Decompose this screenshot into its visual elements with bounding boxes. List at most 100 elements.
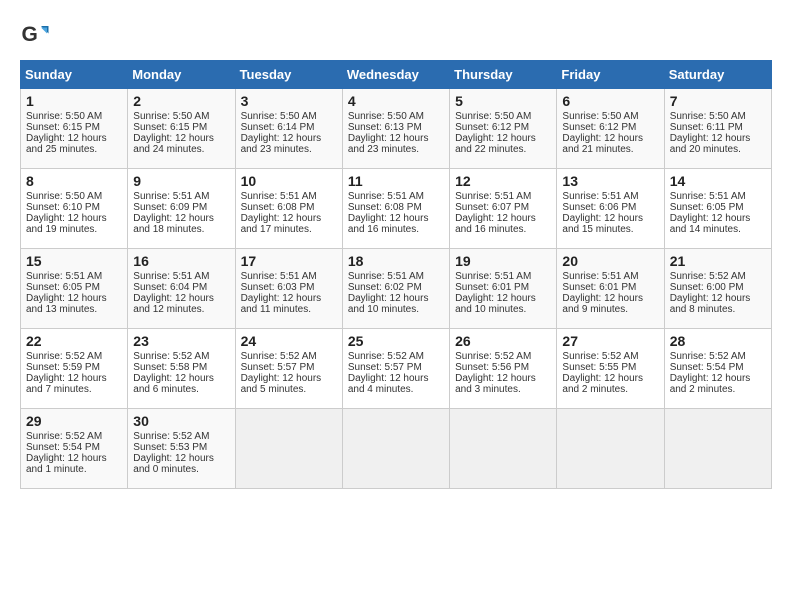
col-thursday: Thursday — [450, 61, 557, 89]
sunset-text: Sunset: 5:55 PM — [562, 362, 636, 373]
daylight-text: Daylight: 12 hours and 8 minutes. — [670, 293, 751, 315]
calendar-week-2: 8 Sunrise: 5:50 AM Sunset: 6:10 PM Dayli… — [21, 169, 772, 249]
calendar-week-4: 22 Sunrise: 5:52 AM Sunset: 5:59 PM Dayl… — [21, 329, 772, 409]
calendar-cell: 18 Sunrise: 5:51 AM Sunset: 6:02 PM Dayl… — [342, 249, 449, 329]
logo: G — [20, 20, 54, 50]
sunset-text: Sunset: 5:57 PM — [241, 362, 315, 373]
day-number: 18 — [348, 253, 444, 269]
sunrise-text: Sunrise: 5:51 AM — [562, 191, 638, 202]
sunrise-text: Sunrise: 5:50 AM — [455, 111, 531, 122]
col-friday: Friday — [557, 61, 664, 89]
daylight-text: Daylight: 12 hours and 9 minutes. — [562, 293, 643, 315]
calendar-cell: 1 Sunrise: 5:50 AM Sunset: 6:15 PM Dayli… — [21, 89, 128, 169]
calendar-cell: 7 Sunrise: 5:50 AM Sunset: 6:11 PM Dayli… — [664, 89, 771, 169]
daylight-text: Daylight: 12 hours and 18 minutes. — [133, 213, 214, 235]
daylight-text: Daylight: 12 hours and 11 minutes. — [241, 293, 322, 315]
logo-icon: G — [20, 20, 50, 50]
sunset-text: Sunset: 6:12 PM — [455, 122, 529, 133]
daylight-text: Daylight: 12 hours and 13 minutes. — [26, 293, 107, 315]
sunset-text: Sunset: 6:01 PM — [455, 282, 529, 293]
day-number: 23 — [133, 333, 229, 349]
calendar-week-5: 29 Sunrise: 5:52 AM Sunset: 5:54 PM Dayl… — [21, 409, 772, 489]
daylight-text: Daylight: 12 hours and 10 minutes. — [455, 293, 536, 315]
calendar-cell: 17 Sunrise: 5:51 AM Sunset: 6:03 PM Dayl… — [235, 249, 342, 329]
sunrise-text: Sunrise: 5:51 AM — [241, 191, 317, 202]
sunrise-text: Sunrise: 5:50 AM — [670, 111, 746, 122]
day-number: 28 — [670, 333, 766, 349]
calendar-cell: 6 Sunrise: 5:50 AM Sunset: 6:12 PM Dayli… — [557, 89, 664, 169]
day-number: 29 — [26, 413, 122, 429]
day-number: 3 — [241, 93, 337, 109]
sunset-text: Sunset: 6:05 PM — [670, 202, 744, 213]
day-number: 13 — [562, 173, 658, 189]
day-number: 1 — [26, 93, 122, 109]
calendar-cell: 4 Sunrise: 5:50 AM Sunset: 6:13 PM Dayli… — [342, 89, 449, 169]
sunset-text: Sunset: 6:14 PM — [241, 122, 315, 133]
calendar-cell — [664, 409, 771, 489]
day-number: 25 — [348, 333, 444, 349]
daylight-text: Daylight: 12 hours and 4 minutes. — [348, 373, 429, 395]
sunset-text: Sunset: 6:09 PM — [133, 202, 207, 213]
daylight-text: Daylight: 12 hours and 20 minutes. — [670, 133, 751, 155]
day-number: 16 — [133, 253, 229, 269]
sunset-text: Sunset: 6:08 PM — [348, 202, 422, 213]
calendar-cell: 10 Sunrise: 5:51 AM Sunset: 6:08 PM Dayl… — [235, 169, 342, 249]
day-number: 12 — [455, 173, 551, 189]
calendar-cell: 9 Sunrise: 5:51 AM Sunset: 6:09 PM Dayli… — [128, 169, 235, 249]
sunrise-text: Sunrise: 5:51 AM — [241, 271, 317, 282]
sunset-text: Sunset: 5:54 PM — [670, 362, 744, 373]
sunset-text: Sunset: 6:03 PM — [241, 282, 315, 293]
day-number: 20 — [562, 253, 658, 269]
calendar-cell: 20 Sunrise: 5:51 AM Sunset: 6:01 PM Dayl… — [557, 249, 664, 329]
calendar-body: 1 Sunrise: 5:50 AM Sunset: 6:15 PM Dayli… — [21, 89, 772, 489]
sunrise-text: Sunrise: 5:51 AM — [133, 191, 209, 202]
calendar-week-1: 1 Sunrise: 5:50 AM Sunset: 6:15 PM Dayli… — [21, 89, 772, 169]
sunset-text: Sunset: 6:05 PM — [26, 282, 100, 293]
day-number: 6 — [562, 93, 658, 109]
day-number: 15 — [26, 253, 122, 269]
sunset-text: Sunset: 6:06 PM — [562, 202, 636, 213]
calendar-cell — [235, 409, 342, 489]
daylight-text: Daylight: 12 hours and 24 minutes. — [133, 133, 214, 155]
col-sunday: Sunday — [21, 61, 128, 89]
daylight-text: Daylight: 12 hours and 15 minutes. — [562, 213, 643, 235]
daylight-text: Daylight: 12 hours and 17 minutes. — [241, 213, 322, 235]
calendar-cell: 3 Sunrise: 5:50 AM Sunset: 6:14 PM Dayli… — [235, 89, 342, 169]
day-number: 30 — [133, 413, 229, 429]
daylight-text: Daylight: 12 hours and 22 minutes. — [455, 133, 536, 155]
svg-text:G: G — [22, 23, 38, 46]
sunrise-text: Sunrise: 5:52 AM — [133, 351, 209, 362]
sunset-text: Sunset: 5:59 PM — [26, 362, 100, 373]
day-number: 17 — [241, 253, 337, 269]
daylight-text: Daylight: 12 hours and 1 minute. — [26, 453, 107, 475]
daylight-text: Daylight: 12 hours and 16 minutes. — [348, 213, 429, 235]
sunset-text: Sunset: 5:57 PM — [348, 362, 422, 373]
day-number: 5 — [455, 93, 551, 109]
page-header: G — [20, 20, 772, 50]
sunrise-text: Sunrise: 5:52 AM — [241, 351, 317, 362]
daylight-text: Daylight: 12 hours and 21 minutes. — [562, 133, 643, 155]
day-number: 4 — [348, 93, 444, 109]
sunrise-text: Sunrise: 5:50 AM — [562, 111, 638, 122]
daylight-text: Daylight: 12 hours and 10 minutes. — [348, 293, 429, 315]
calendar-cell: 24 Sunrise: 5:52 AM Sunset: 5:57 PM Dayl… — [235, 329, 342, 409]
day-number: 14 — [670, 173, 766, 189]
sunrise-text: Sunrise: 5:52 AM — [26, 431, 102, 442]
calendar-week-3: 15 Sunrise: 5:51 AM Sunset: 6:05 PM Dayl… — [21, 249, 772, 329]
sunrise-text: Sunrise: 5:52 AM — [133, 431, 209, 442]
calendar-cell: 8 Sunrise: 5:50 AM Sunset: 6:10 PM Dayli… — [21, 169, 128, 249]
calendar-cell: 22 Sunrise: 5:52 AM Sunset: 5:59 PM Dayl… — [21, 329, 128, 409]
calendar-cell: 28 Sunrise: 5:52 AM Sunset: 5:54 PM Dayl… — [664, 329, 771, 409]
sunset-text: Sunset: 6:08 PM — [241, 202, 315, 213]
calendar-table: Sunday Monday Tuesday Wednesday Thursday… — [20, 60, 772, 489]
col-tuesday: Tuesday — [235, 61, 342, 89]
sunset-text: Sunset: 6:15 PM — [26, 122, 100, 133]
day-number: 21 — [670, 253, 766, 269]
day-number: 7 — [670, 93, 766, 109]
sunrise-text: Sunrise: 5:52 AM — [670, 351, 746, 362]
daylight-text: Daylight: 12 hours and 25 minutes. — [26, 133, 107, 155]
daylight-text: Daylight: 12 hours and 23 minutes. — [348, 133, 429, 155]
sunrise-text: Sunrise: 5:51 AM — [133, 271, 209, 282]
sunrise-text: Sunrise: 5:52 AM — [26, 351, 102, 362]
daylight-text: Daylight: 12 hours and 14 minutes. — [670, 213, 751, 235]
